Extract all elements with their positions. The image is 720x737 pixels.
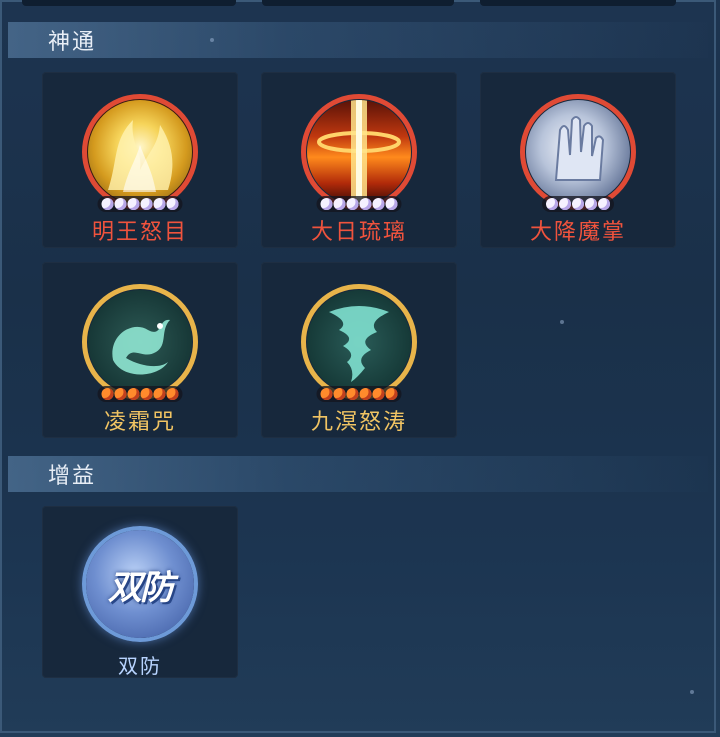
skill-card-ling-shuang-zhou[interactable]: 凌霜咒 <box>42 262 238 438</box>
rank-pips <box>316 386 402 402</box>
rank-pips <box>542 196 614 212</box>
skill-card-mingwang-numu[interactable]: 明王怒目 <box>42 72 238 248</box>
section-header-zengyi: 增益 <box>8 456 708 492</box>
skill-name: 大日琉璃 <box>310 220 407 245</box>
skill-card-dari-liuli[interactable]: 大日琉璃 <box>261 72 457 248</box>
buff-card-shuangfang[interactable]: 双防 双防 <box>42 506 238 678</box>
rank-pips <box>97 196 183 212</box>
rank-pips <box>316 196 402 212</box>
top-card-edge <box>262 0 454 6</box>
section-title: 神通 <box>48 30 97 55</box>
skill-card-jiuming-nutao[interactable]: 九溟怒涛 <box>261 262 457 438</box>
skill-name: 明王怒目 <box>91 220 188 245</box>
palm-strike-icon <box>520 94 636 212</box>
skill-name: 九溟怒涛 <box>310 410 407 435</box>
section-title: 增益 <box>48 464 97 489</box>
double-defense-icon: 双防 <box>82 526 198 642</box>
skill-card-da-xiangmo-zhang[interactable]: 大降魔掌 <box>480 72 676 248</box>
top-card-edge <box>480 0 676 6</box>
buff-name: 双防 <box>118 654 162 678</box>
top-card-edge <box>22 0 236 6</box>
buff-icon-text: 双防 <box>108 567 174 608</box>
rank-pips <box>97 386 183 402</box>
section-header-shentong: 神通 <box>8 22 708 58</box>
skill-name: 凌霜咒 <box>103 410 176 435</box>
ice-dragon-icon <box>82 284 198 402</box>
decor-dot <box>560 320 564 324</box>
fire-pillar-icon <box>301 94 417 212</box>
skill-name: 大降魔掌 <box>529 220 626 245</box>
decor-dot <box>210 38 214 42</box>
golden-flames-icon <box>82 94 198 212</box>
decor-dot <box>690 690 694 694</box>
water-tornado-icon <box>301 284 417 402</box>
